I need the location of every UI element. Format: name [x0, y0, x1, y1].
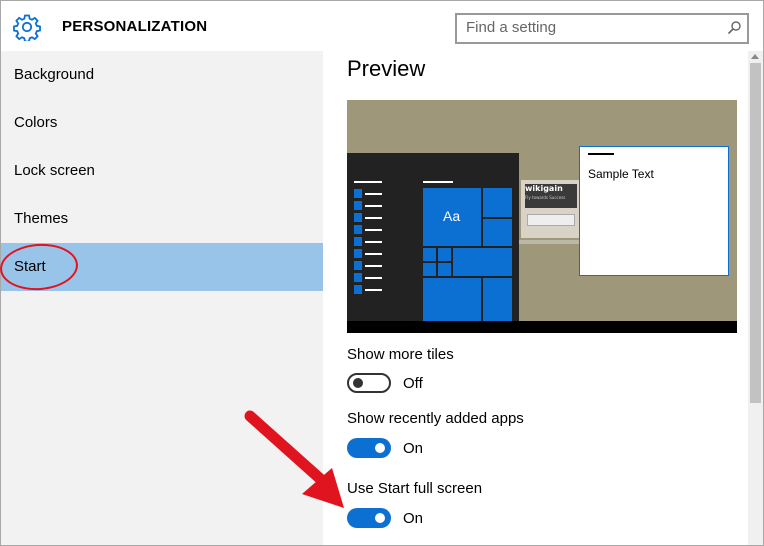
ad-tagline: Fly towards Success — [525, 195, 566, 200]
preview-image: Aa wikigain Fly towards Success Sample T… — [347, 100, 737, 333]
gear-icon[interactable] — [13, 13, 41, 41]
sidebar-item-label: Colors — [14, 114, 58, 131]
annotation-arrow — [244, 410, 344, 508]
main-content: Preview Aa wikigain Fly towards Success … — [323, 51, 748, 545]
search-icon[interactable] — [726, 20, 742, 36]
sidebar-item-background[interactable]: Background — [1, 51, 323, 99]
show-more-tiles-toggle[interactable] — [347, 373, 391, 393]
taskbar-preview — [347, 321, 737, 333]
toggle-knob — [353, 378, 363, 388]
search-box[interactable]: Find a setting — [455, 13, 749, 44]
sidebar-item-label: Themes — [14, 210, 69, 227]
setting-show-more-tiles-label: Show more tiles — [347, 346, 454, 363]
show-more-tiles-state: Off — [403, 375, 423, 392]
sample-text: Sample Text — [588, 167, 654, 181]
header: PERSONALIZATION Find a setting — [1, 1, 763, 51]
sidebar-item-lock-screen[interactable]: Lock screen — [1, 147, 323, 195]
sidebar-item-themes[interactable]: Themes — [1, 195, 323, 243]
start-full-screen-state: On — [403, 510, 424, 527]
wallpaper-ad: wikigain Fly towards Success — [521, 180, 581, 238]
ad-brand: wikigain — [525, 184, 563, 193]
start-menu-preview — [347, 153, 519, 321]
setting-start-full-screen-label: Use Start full screen — [347, 480, 483, 497]
tile-label: Aa — [443, 208, 461, 224]
vertical-scrollbar[interactable] — [748, 51, 763, 545]
scrollbar-thumb[interactable] — [750, 63, 761, 403]
show-recently-added-state: On — [403, 440, 424, 457]
app-title: PERSONALIZATION — [62, 18, 208, 35]
setting-show-recently-added-label: Show recently added apps — [347, 410, 524, 427]
toggle-knob — [375, 513, 385, 523]
preview-heading: Preview — [347, 56, 426, 81]
window-title-bar — [588, 153, 614, 155]
sidebar-item-label: Lock screen — [14, 162, 95, 179]
sidebar-item-colors[interactable]: Colors — [1, 99, 323, 147]
search-input[interactable]: Find a setting — [466, 19, 556, 36]
sample-window-preview: Sample Text — [579, 146, 729, 276]
ad-device — [527, 214, 575, 226]
scroll-up-icon[interactable] — [751, 54, 759, 59]
wallpaper-shelf — [519, 240, 579, 244]
sidebar-item-label: Background — [14, 66, 95, 83]
toggle-knob — [375, 443, 385, 453]
